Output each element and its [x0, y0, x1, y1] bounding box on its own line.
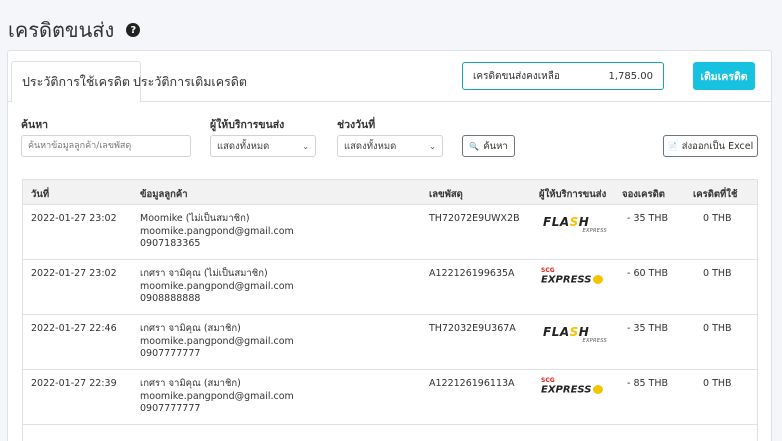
row-customer-info: เกศรา จามิคุณ (สมาชิก) moomike.pangpond@…	[140, 378, 294, 416]
row-customer-info: Moomike (ไม่เป็นสมาชิก) moomike.pangpond…	[140, 213, 294, 251]
customer-name: เกศรา จามิคุณ (ไม่เป็นสมาชิก)	[140, 268, 268, 279]
black-cat-icon	[593, 275, 604, 284]
scg-express-logo: SCG EXPRESS	[541, 376, 605, 396]
customer-email: moomike.pangpond@gmail.com	[140, 335, 294, 347]
search-icon: 🔍	[469, 141, 480, 151]
flash-logo-text: FLA	[543, 215, 570, 229]
credit-balance-amount: 1,785.00	[608, 70, 653, 82]
credit-usage-table: วันที่ ข้อมูลลูกค้า เลขพัสดุ ผู้ให้บริกา…	[22, 179, 758, 441]
date-range-value: แสดงทั้งหมด	[344, 140, 397, 152]
customer-phone: 0907183365	[140, 238, 201, 249]
row-tracking-number: TH72072E9UWX2B	[429, 213, 520, 224]
header-customer: ข้อมูลลูกค้า	[140, 189, 188, 200]
page-title: เครดิตขนส่ง ?	[8, 14, 141, 46]
excel-file-icon: 📄	[667, 141, 678, 151]
search-button-label: ค้นหา	[483, 140, 508, 152]
credit-balance-box: เครดิตขนส่งคงเหลือ 1,785.00	[462, 62, 664, 90]
header-used-credit: เครดิตที่ใช้	[693, 189, 738, 200]
scg-express-logo: SCG EXPRESS	[541, 266, 605, 286]
flash-logo-text-end: H	[578, 215, 590, 229]
credit-balance-label: เครดิตขนส่งคงเหลือ	[473, 70, 560, 82]
page-title-text: เครดิตขนส่ง	[8, 18, 115, 42]
flash-express-logo: FLASH EXPRESS	[543, 321, 607, 344]
date-range-label: ช่วงวันที่	[337, 119, 376, 131]
table-row[interactable]: 2022-01-27 23:02 เกศรา จามิคุณ (ไม่เป็นส…	[23, 260, 757, 315]
header-carrier: ผู้ให้บริการขนส่ง	[539, 189, 607, 200]
table-row[interactable]: 2022-01-27 23:02 Moomike (ไม่เป็นสมาชิก)…	[23, 205, 757, 260]
flash-logo-text-end: H	[578, 325, 590, 339]
flash-express-logo: FLASH EXPRESS	[543, 211, 607, 234]
carrier-filter-value: แสดงทั้งหมด	[217, 140, 270, 152]
search-button[interactable]: 🔍 ค้นหา	[462, 135, 515, 157]
header-reserved-credit: จองเครดิต	[622, 189, 665, 200]
table-header: วันที่ ข้อมูลลูกค้า เลขพัสดุ ผู้ให้บริกา…	[23, 180, 757, 205]
customer-name: Moomike (ไม่เป็นสมาชิก)	[140, 213, 250, 224]
flash-logo-bolt: S	[569, 215, 579, 229]
table-row[interactable]: 2022-01-27 22:46 เกศรา จามิคุณ (สมาชิก) …	[23, 315, 757, 370]
customer-email: moomike.pangpond@gmail.com	[140, 225, 294, 237]
chevron-down-icon: ⌄	[302, 141, 309, 151]
row-tracking-number: A122126196113A	[429, 378, 515, 389]
topup-credit-button[interactable]: เติมเครดิต	[693, 62, 755, 90]
row-date: 2022-01-27 22:46	[31, 323, 117, 334]
customer-phone: 0908888888	[140, 293, 201, 304]
export-excel-label: ส่งออกเป็น Excel	[681, 140, 754, 152]
customer-phone: 0907777777	[140, 403, 201, 414]
search-label: ค้นหา	[21, 119, 49, 131]
table-row[interactable]: 2022-01-27 22:39 เกศรา จามิคุณ (สมาชิก) …	[23, 370, 757, 425]
flash-logo-bolt: S	[569, 325, 579, 339]
row-used-credit: 0 THB	[703, 213, 732, 224]
row-used-credit: 0 THB	[703, 323, 732, 334]
row-reserved-credit: - 35 THB	[627, 213, 669, 224]
row-used-credit: 0 THB	[703, 378, 732, 389]
tab-credit-topup-history[interactable]: ประวัติการเติมเครดิต	[123, 61, 257, 102]
black-cat-icon	[593, 385, 604, 394]
search-input[interactable]	[21, 135, 191, 157]
tab-bar: ประวัติการใช้เครดิต ประวัติการเติมเครดิต…	[8, 51, 771, 103]
help-icon[interactable]: ?	[126, 23, 141, 37]
chevron-down-icon: ⌄	[429, 141, 436, 151]
export-excel-button[interactable]: 📄 ส่งออกเป็น Excel	[663, 135, 758, 157]
customer-email: moomike.pangpond@gmail.com	[140, 280, 294, 292]
row-date: 2022-01-27 22:39	[31, 378, 117, 389]
row-tracking-number: A122126199635A	[429, 268, 515, 279]
tab-credit-usage-history[interactable]: ประวัติการใช้เครดิต	[11, 61, 141, 103]
header-date: วันที่	[31, 189, 50, 200]
scg-logo-text: EXPRESS	[541, 384, 592, 396]
header-tracking: เลขพัสดุ	[429, 189, 463, 200]
row-tracking-number: TH72032E9U367A	[429, 323, 516, 334]
customer-name: เกศรา จามิคุณ (สมาชิก)	[140, 378, 241, 389]
carrier-filter-label: ผู้ให้บริการขนส่ง	[210, 119, 285, 131]
date-range-select[interactable]: แสดงทั้งหมด ⌄	[337, 135, 443, 157]
row-date: 2022-01-27 23:02	[31, 213, 117, 224]
row-customer-info: เกศรา จามิคุณ (สมาชิก) moomike.pangpond@…	[140, 323, 294, 361]
customer-phone: 0907777777	[140, 348, 201, 359]
row-reserved-credit: - 35 THB	[627, 323, 669, 334]
flash-logo-text: FLA	[543, 325, 570, 339]
scg-logo-text: EXPRESS	[541, 274, 592, 286]
customer-name: เกศรา จามิคุณ (สมาชิก)	[140, 323, 241, 334]
credit-card: ประวัติการใช้เครดิต ประวัติการเติมเครดิต…	[7, 50, 772, 441]
row-customer-info: เกศรา จามิคุณ (ไม่เป็นสมาชิก) moomike.pa…	[140, 268, 294, 306]
row-reserved-credit: - 60 THB	[627, 268, 669, 279]
row-used-credit: 0 THB	[703, 268, 732, 279]
customer-email: moomike.pangpond@gmail.com	[140, 390, 294, 402]
row-reserved-credit: - 85 THB	[627, 378, 669, 389]
carrier-filter-select[interactable]: แสดงทั้งหมด ⌄	[210, 135, 316, 157]
row-date: 2022-01-27 23:02	[31, 268, 117, 279]
